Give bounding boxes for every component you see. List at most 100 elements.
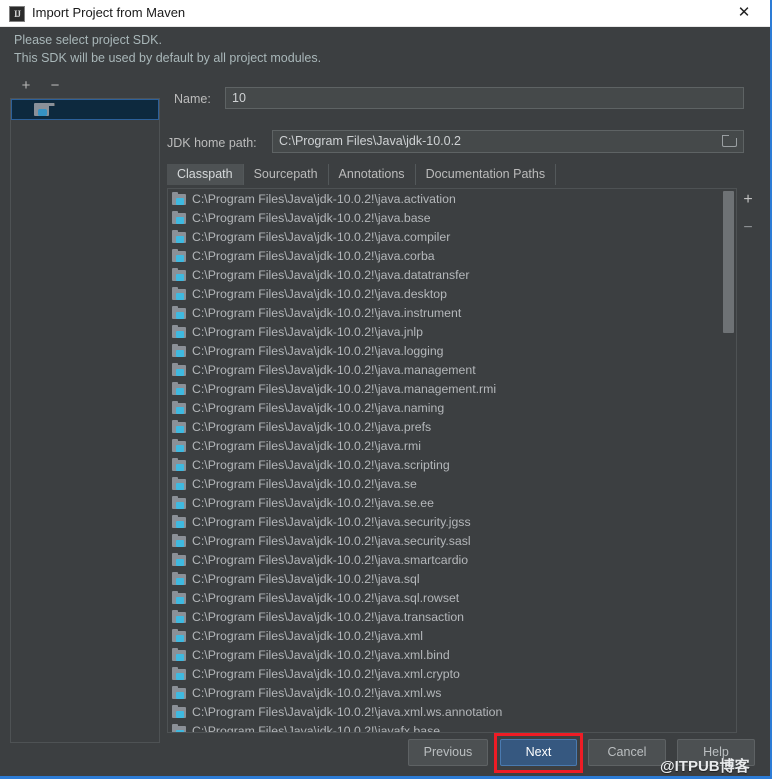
name-input[interactable]: 10: [225, 87, 744, 109]
classpath-row[interactable]: C:\Program Files\Java\jdk-10.0.2!\java.s…: [168, 569, 736, 588]
jmod-folder-icon: [172, 211, 188, 225]
jmod-folder-icon: [172, 686, 188, 700]
add-sdk-button[interactable]: +: [16, 76, 36, 96]
classpath-row-label: C:\Program Files\Java\jdk-10.0.2!\java.x…: [192, 704, 503, 719]
jdk-home-path-input[interactable]: C:\Program Files\Java\jdk-10.0.2: [272, 130, 744, 153]
classpath-row[interactable]: C:\Program Files\Java\jdk-10.0.2!\java.l…: [168, 341, 736, 360]
classpath-row-label: C:\Program Files\Java\jdk-10.0.2!\java.s…: [192, 476, 417, 491]
classpath-row[interactable]: C:\Program Files\Java\jdk-10.0.2!\java.n…: [168, 398, 736, 417]
jdk-home-path-value: C:\Program Files\Java\jdk-10.0.2: [279, 134, 462, 148]
sdk-list-item-10[interactable]: 10: [11, 99, 159, 120]
classpath-row-label: C:\Program Files\Java\jdk-10.0.2!\java.j…: [192, 324, 424, 339]
jmod-folder-icon: [172, 268, 188, 282]
instruction-line-1: Please select project SDK.: [14, 33, 162, 47]
jmod-folder-icon: [172, 287, 188, 301]
classpath-row[interactable]: C:\Program Files\Java\jdk-10.0.2!\javafx…: [168, 721, 736, 732]
classpath-row-label: C:\Program Files\Java\jdk-10.0.2!\java.c…: [192, 229, 451, 244]
sdk-toolbar: + −: [10, 76, 160, 98]
jmod-folder-icon: [172, 572, 188, 586]
classpath-row[interactable]: C:\Program Files\Java\jdk-10.0.2!\java.p…: [168, 417, 736, 436]
classpath-row[interactable]: C:\Program Files\Java\jdk-10.0.2!\java.s…: [168, 550, 736, 569]
classpath-scrollbar-thumb[interactable]: [723, 191, 734, 333]
jmod-folder-icon: [172, 439, 188, 453]
classpath-row-label: C:\Program Files\Java\jdk-10.0.2!\java.s…: [192, 590, 460, 605]
jmod-folder-icon: [172, 724, 188, 732]
tab-sourcepath[interactable]: Sourcepath: [244, 164, 329, 185]
classpath-row[interactable]: C:\Program Files\Java\jdk-10.0.2!\java.t…: [168, 607, 736, 626]
jmod-folder-icon: [172, 363, 188, 377]
remove-classpath-button[interactable]: −: [738, 218, 758, 238]
classpath-row-label: C:\Program Files\Java\jdk-10.0.2!\java.x…: [192, 666, 460, 681]
cancel-button[interactable]: Cancel: [588, 739, 666, 766]
classpath-row[interactable]: C:\Program Files\Java\jdk-10.0.2!\java.j…: [168, 322, 736, 341]
classpath-row[interactable]: C:\Program Files\Java\jdk-10.0.2!\java.x…: [168, 645, 736, 664]
jdk-folder-icon: [34, 103, 55, 117]
intellij-idea-icon: IJ: [9, 6, 25, 22]
close-icon[interactable]: ✕: [722, 0, 766, 26]
classpath-side-toolbar: + −: [738, 190, 762, 250]
jmod-folder-icon: [172, 705, 188, 719]
classpath-row[interactable]: C:\Program Files\Java\jdk-10.0.2!\java.a…: [168, 189, 736, 208]
jmod-folder-icon: [172, 667, 188, 681]
jmod-folder-icon: [172, 515, 188, 529]
classpath-row[interactable]: C:\Program Files\Java\jdk-10.0.2!\java.r…: [168, 436, 736, 455]
classpath-row-label: C:\Program Files\Java\jdk-10.0.2!\java.d…: [192, 267, 470, 282]
tab-documentation-paths[interactable]: Documentation Paths: [416, 164, 557, 185]
jdk-home-path-label: JDK home path:: [167, 136, 257, 150]
classpath-row-label: C:\Program Files\Java\jdk-10.0.2!\java.x…: [192, 628, 423, 643]
sdk-list[interactable]: 10: [10, 98, 160, 743]
jmod-folder-icon: [172, 591, 188, 605]
classpath-row[interactable]: C:\Program Files\Java\jdk-10.0.2!\java.c…: [168, 227, 736, 246]
classpath-row-label: C:\Program Files\Java\jdk-10.0.2!\java.i…: [192, 305, 462, 320]
tab-annotations[interactable]: Annotations: [329, 164, 416, 185]
jmod-folder-icon: [172, 553, 188, 567]
previous-button[interactable]: Previous: [408, 739, 488, 766]
classpath-list[interactable]: C:\Program Files\Java\jdk-10.0.2!\java.a…: [167, 188, 737, 733]
classpath-row[interactable]: C:\Program Files\Java\jdk-10.0.2!\java.d…: [168, 284, 736, 303]
classpath-row[interactable]: C:\Program Files\Java\jdk-10.0.2!\java.s…: [168, 531, 736, 550]
classpath-row[interactable]: C:\Program Files\Java\jdk-10.0.2!\java.x…: [168, 626, 736, 645]
name-label: Name:: [174, 92, 211, 106]
jmod-folder-icon: [172, 382, 188, 396]
classpath-row[interactable]: C:\Program Files\Java\jdk-10.0.2!\java.s…: [168, 474, 736, 493]
classpath-row[interactable]: C:\Program Files\Java\jdk-10.0.2!\java.s…: [168, 493, 736, 512]
tab-classpath[interactable]: Classpath: [167, 164, 244, 185]
classpath-row-label: C:\Program Files\Java\jdk-10.0.2!\java.r…: [192, 438, 421, 453]
classpath-row-label: C:\Program Files\Java\jdk-10.0.2!\java.a…: [192, 191, 456, 206]
jmod-folder-icon: [172, 344, 188, 358]
jmod-folder-icon: [172, 401, 188, 415]
remove-sdk-button[interactable]: −: [45, 76, 65, 96]
classpath-row-label: C:\Program Files\Java\jdk-10.0.2!\java.b…: [192, 210, 431, 225]
jmod-folder-icon: [172, 192, 188, 206]
import-project-dialog: IJ Import Project from Maven ✕ Please se…: [0, 0, 772, 779]
classpath-row-label: C:\Program Files\Java\jdk-10.0.2!\java.x…: [192, 647, 450, 662]
classpath-row[interactable]: C:\Program Files\Java\jdk-10.0.2!\java.x…: [168, 683, 736, 702]
classpath-row[interactable]: C:\Program Files\Java\jdk-10.0.2!\java.s…: [168, 512, 736, 531]
jmod-folder-icon: [172, 306, 188, 320]
watermark: @ITPUB博客: [660, 758, 750, 775]
next-button[interactable]: Next: [500, 739, 577, 766]
jmod-folder-icon: [172, 610, 188, 624]
classpath-row-label: C:\Program Files\Java\jdk-10.0.2!\java.p…: [192, 419, 432, 434]
classpath-row-label: C:\Program Files\Java\jdk-10.0.2!\java.m…: [192, 381, 497, 396]
classpath-row[interactable]: C:\Program Files\Java\jdk-10.0.2!\java.b…: [168, 208, 736, 227]
classpath-row[interactable]: C:\Program Files\Java\jdk-10.0.2!\java.m…: [168, 360, 736, 379]
classpath-row[interactable]: C:\Program Files\Java\jdk-10.0.2!\java.m…: [168, 379, 736, 398]
classpath-row-label: C:\Program Files\Java\jdk-10.0.2!\java.d…: [192, 286, 447, 301]
classpath-row[interactable]: C:\Program Files\Java\jdk-10.0.2!\java.c…: [168, 246, 736, 265]
classpath-row-label: C:\Program Files\Java\jdk-10.0.2!\java.s…: [192, 571, 420, 586]
jmod-folder-icon: [172, 496, 188, 510]
classpath-row[interactable]: C:\Program Files\Java\jdk-10.0.2!\java.d…: [168, 265, 736, 284]
dialog-buttons: Previous Next Cancel Help: [0, 733, 766, 773]
folder-browse-icon[interactable]: [722, 135, 738, 148]
classpath-row[interactable]: C:\Program Files\Java\jdk-10.0.2!\java.x…: [168, 702, 736, 721]
classpath-row[interactable]: C:\Program Files\Java\jdk-10.0.2!\java.s…: [168, 455, 736, 474]
classpath-row[interactable]: C:\Program Files\Java\jdk-10.0.2!\java.i…: [168, 303, 736, 322]
add-classpath-button[interactable]: +: [738, 190, 758, 210]
classpath-row-label: C:\Program Files\Java\jdk-10.0.2!\java.l…: [192, 343, 444, 358]
classpath-row-label: C:\Program Files\Java\jdk-10.0.2!\java.s…: [192, 552, 469, 567]
jmod-folder-icon: [172, 230, 188, 244]
classpath-row[interactable]: C:\Program Files\Java\jdk-10.0.2!\java.s…: [168, 588, 736, 607]
classpath-row[interactable]: C:\Program Files\Java\jdk-10.0.2!\java.x…: [168, 664, 736, 683]
jmod-folder-icon: [172, 629, 188, 643]
